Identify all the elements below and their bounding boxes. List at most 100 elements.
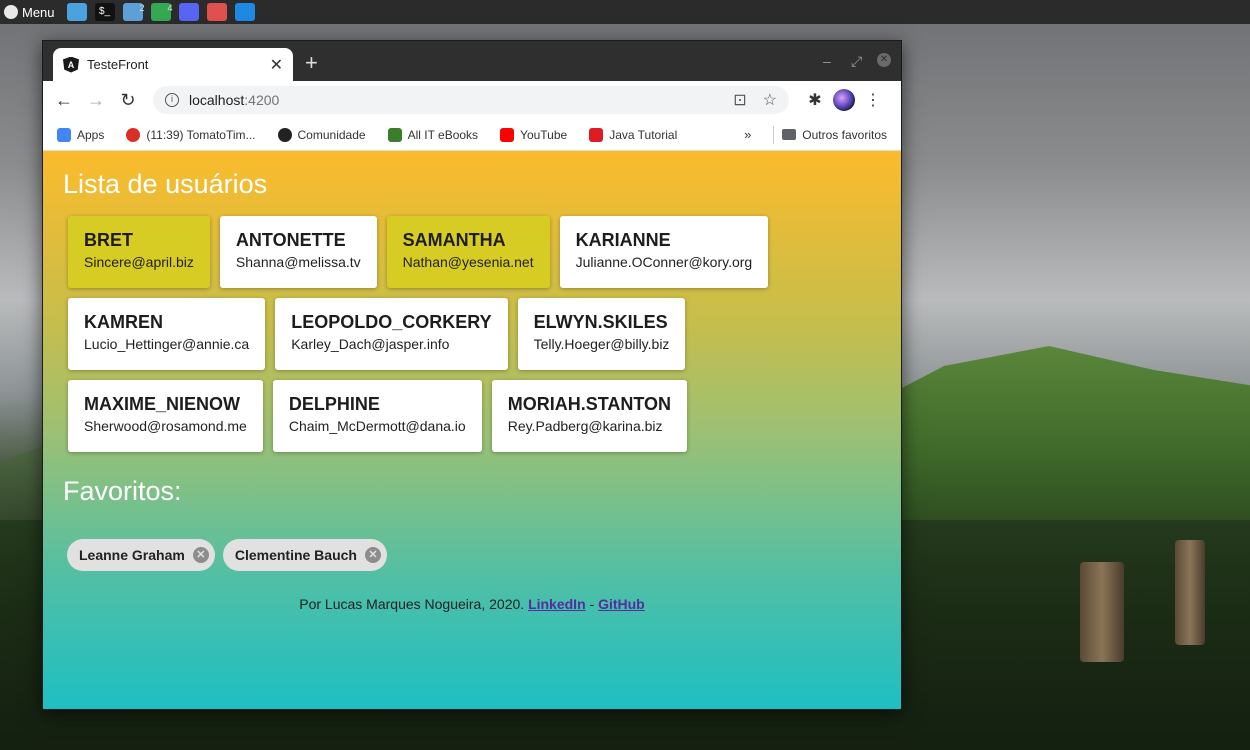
- community-icon: [277, 127, 292, 142]
- user-card[interactable]: LEOPOLDO_CORKERY Karley_Dach@jasper.info: [275, 298, 508, 370]
- url-host: localhost: [189, 92, 245, 108]
- profile-avatar[interactable]: [833, 89, 855, 111]
- user-card[interactable]: MAXIME_NIENOW Sherwood@rosamond.me: [68, 380, 263, 452]
- chrome-icon[interactable]: 4: [150, 3, 173, 21]
- translate-icon[interactable]: ⊡: [733, 90, 746, 110]
- bookmark-label: (11:39) TomatoTim...: [146, 127, 256, 142]
- user-email: Rey.Padberg@karina.biz: [507, 418, 663, 434]
- ebooks-icon: [387, 127, 402, 142]
- user-name: ELWYN.SKILES: [533, 312, 668, 332]
- bookmarks-bar: Apps (11:39) TomatoTim... Comunidade All IT…: [43, 119, 901, 151]
- more-menu-icon[interactable]: ⋮: [861, 90, 885, 110]
- bookmark-separator: [773, 125, 775, 144]
- bookmark-community[interactable]: Comunidade: [277, 127, 366, 142]
- user-email: Sincere@april.biz: [84, 254, 194, 270]
- taskbar-apps: $_ 2 4: [66, 3, 255, 21]
- tab-testefront[interactable]: A TesteFront ✕: [53, 48, 293, 81]
- menu-button[interactable]: Menu: [2, 0, 61, 24]
- bookmark-label: Java Tutorial: [609, 127, 678, 142]
- new-tab-icon[interactable]: +: [305, 51, 318, 75]
- background-fence-post: [1080, 562, 1124, 662]
- user-name: SAMANTHA: [402, 230, 506, 250]
- taskbar: Menu $_ 2 4: [0, 0, 1250, 24]
- user-email: Chaim_McDermott@dana.io: [288, 418, 466, 434]
- user-card[interactable]: KAMREN Lucio_Hettinger@annie.ca: [68, 298, 266, 370]
- url-port: :4200: [244, 92, 280, 108]
- remove-favorite-icon[interactable]: ✕: [364, 547, 381, 563]
- user-email: Karley_Dach@jasper.info: [291, 336, 450, 352]
- back-icon[interactable]: ←: [51, 87, 77, 113]
- site-info-icon[interactable]: i: [165, 93, 179, 107]
- close-window-icon[interactable]: ✕: [877, 53, 891, 67]
- favorite-chip[interactable]: Leanne Graham ✕: [67, 539, 215, 571]
- user-email: Shanna@melissa.tv: [235, 254, 361, 270]
- reload-icon[interactable]: ↻: [115, 87, 141, 113]
- bookmark-ebooks[interactable]: All IT eBooks: [387, 127, 479, 142]
- bookmark-label: All IT eBooks: [407, 127, 479, 142]
- user-name: LEOPOLDO_CORKERY: [291, 312, 492, 332]
- youtube-icon: [500, 127, 515, 142]
- user-card[interactable]: KARIANNE Julianne.OConner@kory.org: [559, 216, 769, 288]
- user-name: DELPHINE: [288, 394, 380, 414]
- browser-toolbar: ← → ↻ i localhost :4200 ⊡ ☆ ✱ ⋮: [43, 81, 901, 119]
- favorite-chip[interactable]: Clementine Bauch ✕: [222, 539, 387, 571]
- github-link[interactable]: GitHub: [598, 596, 645, 612]
- java-icon: [589, 127, 604, 142]
- menu-label: Menu: [22, 4, 55, 20]
- more-bookmarks-icon[interactable]: »: [744, 127, 751, 142]
- footer: Por Lucas Marques Nogueira, 2020. Linked…: [63, 596, 881, 612]
- user-card[interactable]: BRET Sincere@april.biz: [68, 216, 210, 288]
- bookmark-apps[interactable]: Apps: [57, 127, 105, 142]
- extensions-icon[interactable]: ✱: [803, 90, 827, 110]
- mint-logo-icon: [4, 5, 18, 19]
- browser-window: A TesteFront ✕ + – ⤢ ✕ ← → ↻ i localhost…: [42, 40, 902, 710]
- files-icon[interactable]: [66, 3, 87, 21]
- footer-text: Por Lucas Marques Nogueira, 2020.: [299, 596, 525, 612]
- user-card[interactable]: DELPHINE Chaim_McDermott@dana.io: [272, 380, 482, 452]
- bookmark-java[interactable]: Java Tutorial: [589, 127, 678, 142]
- other-bookmarks[interactable]: Outros favoritos: [782, 128, 887, 142]
- bookmark-youtube[interactable]: YouTube: [500, 127, 568, 142]
- bookmark-label: Comunidade: [297, 127, 366, 142]
- user-card[interactable]: SAMANTHA Nathan@yesenia.net: [386, 216, 550, 288]
- apps-icon: [57, 127, 71, 142]
- address-bar[interactable]: i localhost :4200 ⊡ ☆: [153, 86, 789, 114]
- user-card[interactable]: ANTONETTE Shanna@melissa.tv: [219, 216, 377, 288]
- bookmark-label: YouTube: [520, 127, 568, 142]
- page-content: Lista de usuários BRET Sincere@april.biz A…: [43, 151, 901, 709]
- user-card[interactable]: MORIAH.STANTON Rey.Padberg@karina.biz: [491, 380, 688, 452]
- bookmark-star-icon[interactable]: ☆: [763, 90, 777, 110]
- bookmark-list: Apps (11:39) TomatoTim... Comunidade All IT…: [57, 127, 678, 142]
- taskbar-badge: 2: [139, 3, 145, 13]
- folder-icon[interactable]: 2: [122, 3, 145, 21]
- user-name: BRET: [84, 230, 133, 250]
- favorites-title: Favoritos:: [63, 476, 182, 506]
- user-email: Sherwood@rosamond.me: [84, 418, 247, 434]
- bookmark-tomato[interactable]: (11:39) TomatoTim...: [126, 127, 256, 142]
- other-bookmarks-label: Outros favoritos: [802, 127, 887, 142]
- angular-icon: A: [63, 56, 79, 73]
- user-name: ANTONETTE: [235, 230, 346, 250]
- user-card[interactable]: ELWYN.SKILES Telly.Hoeger@billy.biz: [517, 298, 686, 370]
- footer-separator: -: [589, 596, 595, 612]
- favorite-chips: Leanne Graham ✕ Clementine Bauch ✕: [63, 539, 881, 571]
- terminal-icon[interactable]: $_: [94, 3, 115, 21]
- user-name: KAMREN: [84, 312, 163, 332]
- user-name: KARIANNE: [575, 230, 671, 250]
- user-email: Nathan@yesenia.net: [402, 254, 534, 270]
- reader-icon[interactable]: [206, 3, 227, 21]
- close-tab-icon[interactable]: ✕: [270, 55, 283, 75]
- user-email: Julianne.OConner@kory.org: [575, 254, 753, 270]
- title-bar: A TesteFront ✕ + – ⤢ ✕: [43, 41, 901, 81]
- maximize-icon[interactable]: ⤢: [851, 53, 862, 70]
- remove-favorite-icon[interactable]: ✕: [192, 547, 209, 563]
- linkedin-link[interactable]: LinkedIn: [528, 596, 586, 612]
- bookmark-label: Apps: [77, 127, 105, 142]
- forward-icon[interactable]: →: [83, 87, 109, 113]
- users-title: Lista de usuários: [63, 169, 268, 199]
- favorite-chip-label: Clementine Bauch: [234, 547, 357, 563]
- minimize-icon[interactable]: –: [823, 53, 831, 69]
- user-name: MORIAH.STANTON: [507, 394, 672, 414]
- vscode-icon[interactable]: [234, 3, 255, 21]
- discord-icon[interactable]: [178, 3, 199, 21]
